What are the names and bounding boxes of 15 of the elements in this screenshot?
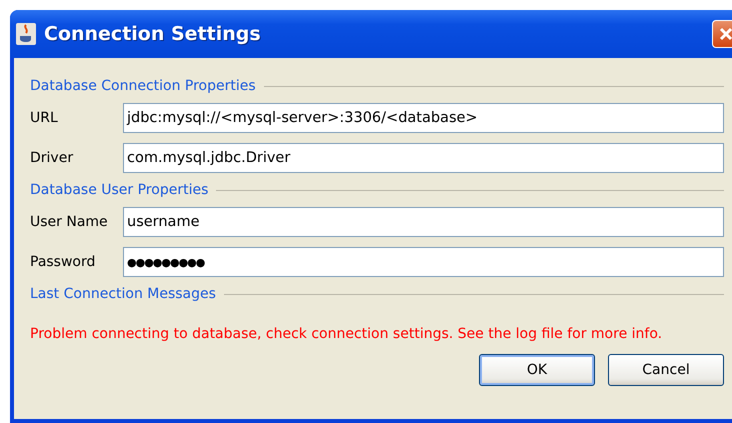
- field-label: Driver: [30, 150, 74, 166]
- section-heading: Database Connection Properties: [30, 78, 256, 94]
- cancel-button[interactable]: Cancel: [608, 354, 724, 386]
- section-heading: Database User Properties: [30, 182, 208, 198]
- field-label: User Name: [30, 214, 109, 230]
- input-field[interactable]: ●●●●●●●●●: [123, 247, 724, 277]
- field-label: Password: [30, 254, 96, 270]
- section-heading: Last Connection Messages: [30, 286, 216, 302]
- input-field[interactable]: com.mysql.jdbc.Driver: [123, 143, 724, 173]
- error-message: Problem connecting to database, check connection settings. See the log file for more info.: [30, 326, 664, 342]
- window-title: Connection Settings: [44, 23, 262, 45]
- input-field[interactable]: username: [123, 207, 724, 237]
- ok-button[interactable]: OK: [479, 354, 595, 386]
- field-label: URL: [30, 110, 59, 126]
- input-field[interactable]: jdbc:mysql://<mysql-server>:3306/<database>: [123, 103, 724, 133]
